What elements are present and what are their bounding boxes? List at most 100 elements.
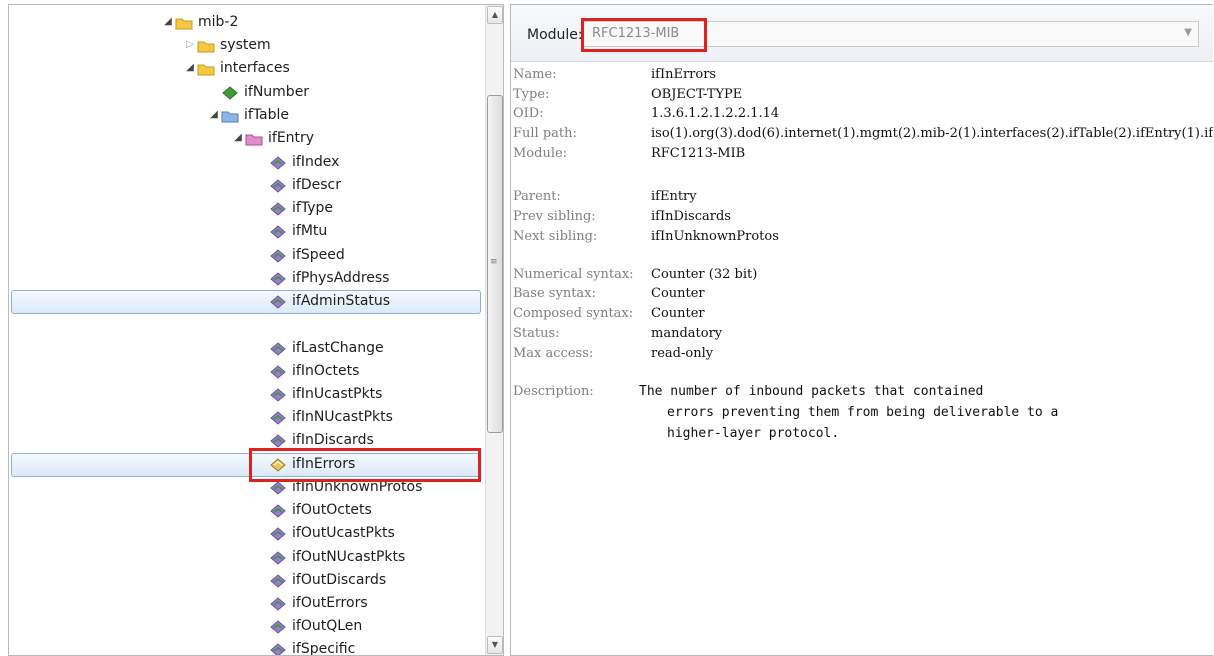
tree-node-ifDescr[interactable]: ifDescr xyxy=(255,174,341,196)
tree-node-interfaces[interactable]: ◢ interfaces xyxy=(183,57,290,79)
tree-node-label: ifInNUcastPkts xyxy=(292,409,393,425)
selected-node-highlight-box xyxy=(249,448,481,482)
tree-node-ifOutNUcastPkts[interactable]: ifOutNUcastPkts xyxy=(255,546,405,568)
tree-node-label: ifOutOctets xyxy=(292,502,372,518)
tree-node-ifInNUcastPkts[interactable]: ifInNUcastPkts xyxy=(255,406,393,428)
tree-node-ifOutDiscards[interactable]: ifOutDiscards xyxy=(255,569,386,591)
tree-node-label: ifNumber xyxy=(244,84,310,100)
tree-node-label: ifInDiscards xyxy=(292,432,374,448)
scroll-up-button[interactable]: ▲ xyxy=(487,6,503,24)
tree-node-ifOutQLen[interactable]: ifOutQLen xyxy=(255,615,362,637)
property-value: ifInDiscards xyxy=(651,209,731,224)
tree-node-label: ifDescr xyxy=(292,177,341,193)
tree-scrollbar[interactable]: ▲ ≡ ▼ xyxy=(485,5,503,655)
property-value: read-only xyxy=(651,346,714,361)
property-key: Full path: xyxy=(513,126,577,141)
column-leaf-icon xyxy=(269,294,287,309)
scroll-down-button[interactable]: ▼ xyxy=(487,636,503,654)
tree-node-label: mib-2 xyxy=(198,14,239,30)
column-leaf-icon xyxy=(269,619,287,634)
tree-node-ifOutErrors[interactable]: ifOutErrors xyxy=(255,592,368,614)
property-key: Max access: xyxy=(513,346,594,361)
tree-node-ifInUcastPkts[interactable]: ifInUcastPkts xyxy=(255,383,382,405)
tree-node-label: system xyxy=(220,37,271,53)
column-leaf-icon xyxy=(269,433,287,448)
tree-hover-band xyxy=(11,290,481,314)
collapsed-arrow-icon[interactable]: ▷ xyxy=(183,34,197,56)
scroll-grip-icon: ≡ xyxy=(490,257,498,267)
property-key: Name: xyxy=(513,67,557,82)
column-leaf-icon xyxy=(269,224,287,239)
expanded-arrow-icon[interactable]: ◢ xyxy=(231,127,245,149)
column-leaf-icon xyxy=(269,178,287,193)
column-leaf-icon xyxy=(269,341,287,356)
module-highlight-box xyxy=(581,18,707,52)
mib-tree-panel[interactable]: ◢ mib-2 ▷ system ◢ interfaces ifNumber ◢ ifTable… xyxy=(8,4,504,656)
object-details-panel: Module: RFC1213-MIB ▼ Name: ifInErrors Typ… xyxy=(510,4,1213,656)
tree-node-label: ifOutNUcastPkts xyxy=(292,549,406,565)
column-leaf-icon xyxy=(269,201,287,216)
description-line: The number of inbound packets that conta… xyxy=(639,384,984,399)
expanded-arrow-icon[interactable]: ◢ xyxy=(207,104,221,126)
folder-icon xyxy=(197,38,215,53)
scalar-leaf-icon xyxy=(221,85,239,100)
property-value: Counter (32 bit) xyxy=(651,267,758,282)
property-value: ifInUnknownProtos xyxy=(651,229,779,244)
tree-node-label: ifSpeed xyxy=(292,247,345,263)
column-leaf-icon xyxy=(269,642,287,655)
property-key: Composed syntax: xyxy=(513,306,634,321)
property-key: Status: xyxy=(513,326,560,341)
tree-node-ifMtu[interactable]: ifMtu xyxy=(255,220,327,242)
column-leaf-icon xyxy=(269,550,287,565)
chevron-down-icon[interactable]: ▼ xyxy=(1184,27,1192,38)
property-value: OBJECT-TYPE xyxy=(651,87,743,102)
tree-node-label: ifOutQLen xyxy=(292,618,363,634)
tree-node-ifTable[interactable]: ◢ ifTable xyxy=(207,104,289,126)
tree-node-system[interactable]: ▷ system xyxy=(183,34,271,56)
tree-node-label: ifOutUcastPkts xyxy=(292,525,395,541)
tree-node-label: ifEntry xyxy=(268,130,315,146)
tree-node-ifIndex[interactable]: ifIndex xyxy=(255,151,339,173)
property-key: Module: xyxy=(513,146,568,161)
property-value: Counter xyxy=(651,286,705,301)
property-value: ifEntry xyxy=(651,189,697,204)
tree-node-ifType[interactable]: ifType xyxy=(255,197,333,219)
tree-node-mib-2[interactable]: ◢ mib-2 xyxy=(161,11,238,33)
tree-node-label: interfaces xyxy=(220,60,290,76)
tree-node-label: ifOutDiscards xyxy=(292,572,387,588)
module-label: Module: xyxy=(527,27,583,43)
property-value: RFC1213-MIB xyxy=(651,146,746,161)
property-key: Base syntax: xyxy=(513,286,596,301)
column-leaf-icon xyxy=(269,155,287,170)
column-leaf-icon xyxy=(269,503,287,518)
description-key: Description: xyxy=(513,384,594,399)
column-leaf-icon xyxy=(269,364,287,379)
tree-node-ifNumber[interactable]: ifNumber xyxy=(207,81,309,103)
property-value: mandatory xyxy=(651,326,723,341)
property-key: Next sibling: xyxy=(513,229,598,244)
property-value: ifInErrors xyxy=(651,67,717,82)
tree-node-ifOutUcastPkts[interactable]: ifOutUcastPkts xyxy=(255,522,395,544)
tree-node-ifSpeed[interactable]: ifSpeed xyxy=(255,244,345,266)
description-line: higher-layer protocol. xyxy=(667,426,840,441)
column-leaf-icon xyxy=(269,573,287,588)
property-key: Prev sibling: xyxy=(513,209,596,224)
column-leaf-icon xyxy=(269,410,287,425)
tree-node-ifOutOctets[interactable]: ifOutOctets xyxy=(255,499,372,521)
expanded-arrow-icon[interactable]: ◢ xyxy=(161,11,175,33)
tree-node-label: ifAdminStatus xyxy=(292,293,391,309)
tree-node-label: ifOutErrors xyxy=(292,595,368,611)
tree-node-ifPhysAddress[interactable]: ifPhysAddress xyxy=(255,267,389,289)
tree-node-ifInOctets[interactable]: ifInOctets xyxy=(255,360,359,382)
tree-node-label: ifInOctets xyxy=(292,363,360,379)
tree-node-ifEntry[interactable]: ◢ ifEntry xyxy=(231,127,314,149)
tree-node-label: ifIndex xyxy=(292,154,340,170)
tree-node-ifAdminStatus[interactable]: ifAdminStatus xyxy=(255,290,390,312)
column-leaf-icon xyxy=(269,526,287,541)
module-bar: Module: RFC1213-MIB ▼ xyxy=(511,5,1213,62)
tree-node-ifLastChange[interactable]: ifLastChange xyxy=(255,337,384,359)
tree-node-ifSpecific[interactable]: ifSpecific xyxy=(255,638,355,655)
tree-node-label: ifInUcastPkts xyxy=(292,386,383,402)
expanded-arrow-icon[interactable]: ◢ xyxy=(183,57,197,79)
description-line: errors preventing them from being delive… xyxy=(667,405,1059,420)
